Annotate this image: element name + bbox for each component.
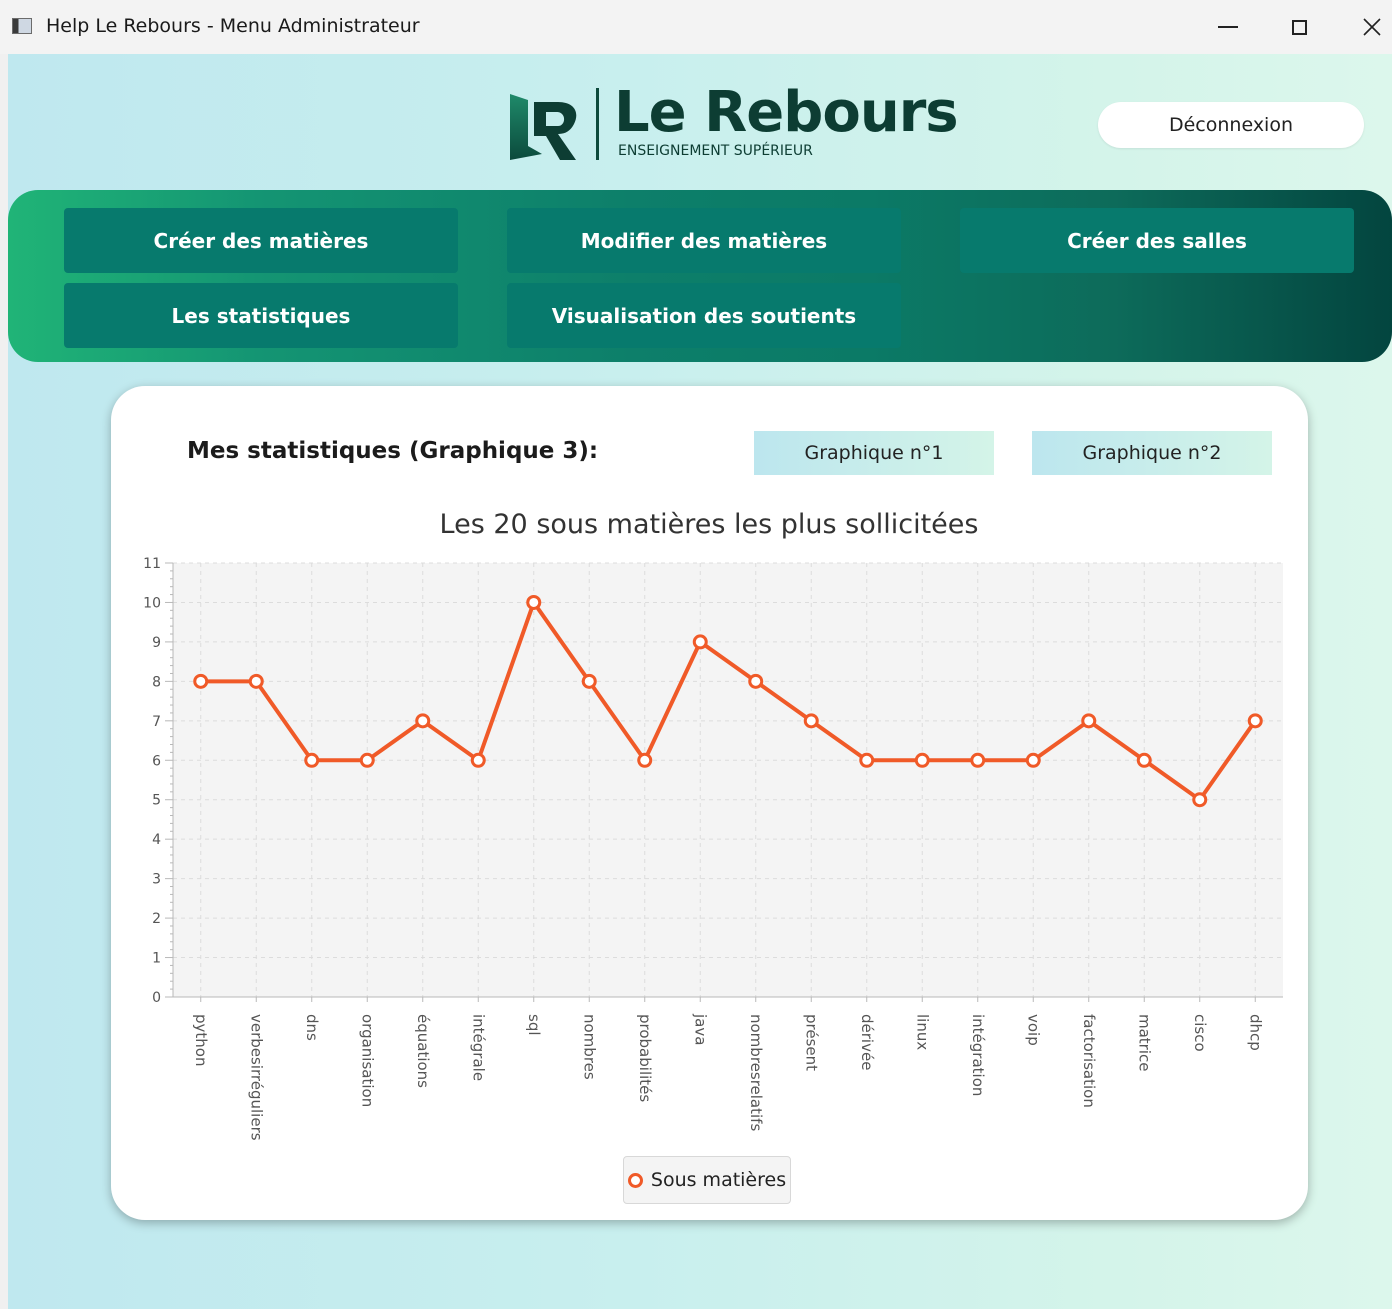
x-tick-label: verbesirréguliers — [247, 1014, 265, 1141]
legend-marker-icon — [627, 1172, 643, 1188]
nav-view-supports-button[interactable]: Visualisation des soutients — [507, 283, 901, 348]
statistics-card: Mes statistiques (Graphique 3): Graphiqu… — [111, 386, 1308, 1220]
nav-create-rooms-button[interactable]: Créer des salles — [960, 208, 1354, 273]
x-tick-label: linux — [913, 1014, 931, 1050]
x-tick-label: nombresrelatifs — [747, 1014, 765, 1131]
x-tick-label: factorisation — [1080, 1014, 1098, 1108]
x-tick-label: organisation — [358, 1014, 376, 1107]
maximize-icon — [1291, 19, 1307, 35]
data-point — [248, 673, 264, 689]
logo-name: Le Rebours — [614, 80, 959, 145]
nav-statistics-button[interactable]: Les statistiques — [64, 283, 458, 348]
app-window-icon — [12, 18, 32, 34]
data-point — [803, 713, 819, 729]
y-tick-label: 7 — [152, 714, 161, 730]
x-tick-label: probabilités — [636, 1014, 654, 1102]
close-icon — [1363, 18, 1381, 36]
line-chart: 0 1 2 3 4 5 6 7 8 9 10 11 python verbesirréguliers dns… — [143, 509, 1283, 1141]
nav-create-subjects-button[interactable]: Créer des matières — [64, 208, 458, 273]
y-tick-label: 9 — [152, 635, 161, 651]
brand-logo: Le Rebours ENSEIGNEMENT SUPÉRIEUR — [508, 80, 959, 164]
x-tick-label: sql — [525, 1014, 543, 1036]
data-point — [970, 752, 986, 768]
y-tick-label: 8 — [152, 674, 161, 690]
x-tick-label: dns — [303, 1014, 321, 1041]
y-tick-label: 1 — [152, 951, 161, 967]
y-tick-label: 5 — [152, 793, 161, 809]
logout-button[interactable]: Déconnexion — [1098, 102, 1364, 148]
y-tick-label: 6 — [152, 753, 161, 769]
x-tick-label: dhcp — [1246, 1014, 1264, 1051]
data-point — [1025, 752, 1041, 768]
chart-title: Les 20 sous matières les plus sollicitée… — [440, 509, 979, 540]
y-tick-label: 2 — [152, 911, 161, 927]
x-tick-label: matrice — [1135, 1014, 1153, 1072]
data-point — [415, 713, 431, 729]
data-point — [1136, 752, 1152, 768]
data-point — [526, 594, 542, 610]
data-point — [470, 752, 486, 768]
x-tick-label: java — [691, 1013, 709, 1045]
x-tick-label: intégrale — [469, 1014, 487, 1081]
x-tick-label: nombres — [580, 1014, 598, 1080]
data-point — [914, 752, 930, 768]
admin-nav-bar: Créer des matières Modifier des matières… — [8, 190, 1392, 362]
x-tick-label: voip — [1024, 1014, 1042, 1046]
legend-label: Sous matières — [650, 1169, 787, 1191]
data-point — [1247, 713, 1263, 729]
window-title: Help Le Rebours - Menu Administrateur — [46, 15, 420, 37]
x-tick-label: python — [192, 1014, 210, 1066]
data-point — [304, 752, 320, 768]
data-point — [581, 673, 597, 689]
data-point — [193, 673, 209, 689]
data-point — [1081, 713, 1097, 729]
app-client-area: Le Rebours ENSEIGNEMENT SUPÉRIEUR Déconn… — [8, 54, 1392, 1309]
y-tick-label: 3 — [152, 872, 161, 888]
close-button[interactable] — [1352, 12, 1392, 42]
data-point — [748, 673, 764, 689]
minimize-button[interactable] — [1208, 12, 1248, 42]
minimize-icon — [1218, 26, 1238, 28]
nav-edit-subjects-button[interactable]: Modifier des matières — [507, 208, 901, 273]
x-tick-label: cisco — [1191, 1014, 1209, 1052]
y-tick-label: 0 — [152, 990, 161, 1006]
y-tick-label: 10 — [143, 595, 161, 611]
chart-legend: Sous matières — [623, 1156, 791, 1204]
data-point — [359, 752, 375, 768]
y-tick-label: 4 — [152, 832, 161, 848]
logo-divider — [596, 88, 599, 160]
logo-lr-mark — [510, 94, 577, 160]
data-point — [637, 752, 653, 768]
data-point — [692, 634, 708, 650]
x-tick-label: présent — [802, 1014, 820, 1071]
x-tick-label: équations — [414, 1014, 432, 1088]
x-tick-label: intégration — [969, 1014, 987, 1096]
data-point — [1192, 792, 1208, 808]
y-tick-label: 11 — [143, 556, 161, 572]
maximize-button[interactable] — [1279, 12, 1319, 42]
title-bar: Help Le Rebours - Menu Administrateur — [0, 0, 1392, 54]
x-tick-label: dérivée — [858, 1014, 876, 1070]
logo-subtitle: ENSEIGNEMENT SUPÉRIEUR — [618, 143, 813, 159]
plot-area — [173, 563, 1283, 997]
data-point — [859, 752, 875, 768]
